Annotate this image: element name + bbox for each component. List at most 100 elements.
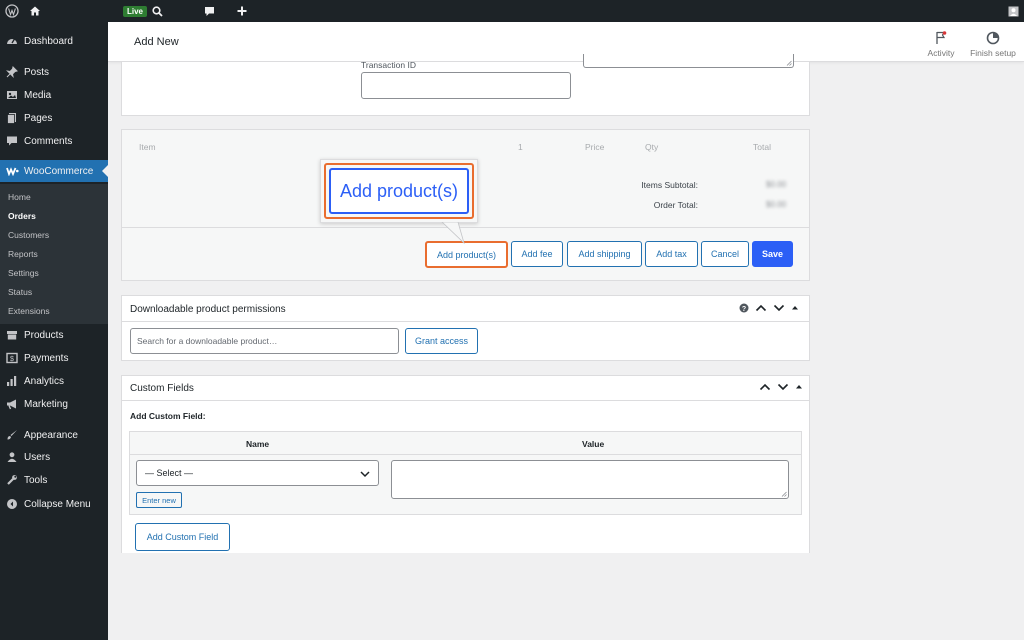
finish-setup-label: Finish setup [970,48,1016,58]
megaphone-icon [0,398,24,410]
sidebar-item-label: Users [24,451,51,463]
resize-handle-icon [786,60,792,66]
column-total: Total [753,142,771,152]
submenu-item-reports[interactable]: Reports [8,249,38,259]
user-avatar-icon[interactable] [1006,0,1020,22]
plus-icon[interactable] [235,0,249,22]
sidebar-item-marketing[interactable]: Marketing [0,393,108,415]
column-cost-index: 1 [518,142,523,152]
help-icon[interactable]: ? [739,303,749,313]
activity-button[interactable]: Activity [916,26,966,58]
media-icon [0,89,24,101]
add-tax-button[interactable]: Add tax [645,241,698,267]
search-icon[interactable] [150,0,164,22]
chevron-down-icon [360,471,370,478]
custom-field-value-textarea[interactable] [391,460,789,499]
sidebar-item-label: Posts [24,66,50,78]
chevron-down-icon[interactable] [777,382,789,392]
page-title: Add New [134,36,179,48]
sidebar-item-woocommerce[interactable]: WooCommerce [0,160,108,182]
grant-access-button[interactable]: Grant access [405,328,478,354]
submenu-item-orders[interactable]: Orders [8,211,36,221]
sidebar-item-appearance[interactable]: Appearance [0,424,108,446]
sidebar-item-label: WooCommerce [24,165,94,177]
sidebar-item-tools[interactable]: Tools [0,469,108,491]
custom-field-name-select[interactable]: — Select — [136,460,379,486]
sidebar-item-label: Tools [24,474,48,486]
order-details-panel: Transaction ID [121,54,810,116]
sidebar-item-label: Payments [24,352,69,364]
zoom-callout: Add product(s) [320,159,478,223]
sidebar-item-label: Comments [24,135,73,147]
sidebar-item-label: Dashboard [24,35,73,47]
analytics-icon [0,375,24,387]
sidebar-item-payments[interactable]: $ Payments [0,347,108,369]
callout-add-products-button: Add product(s) [329,168,469,214]
collapse-icon [0,498,24,510]
save-label: Save [761,249,784,259]
chevron-up-icon[interactable] [755,303,767,313]
pin-icon [0,66,24,78]
cancel-button[interactable]: Cancel [701,241,749,267]
callout-highlight-frame: Add product(s) [324,163,474,219]
chevron-up-icon[interactable] [759,382,771,392]
home-icon[interactable] [26,0,44,22]
submenu-item-settings[interactable]: Settings [8,268,39,278]
submenu-item-customers[interactable]: Customers [8,230,49,240]
submenu-item-status[interactable]: Status [8,287,32,297]
sidebar-item-users[interactable]: Users [0,446,108,468]
sidebar-item-products[interactable]: Products [0,324,108,346]
downloadable-permissions-title: Downloadable product permissions [130,304,286,315]
sidebar-item-posts[interactable]: Posts [0,61,108,83]
callout-pointer [441,222,465,244]
dashboard-icon [0,35,24,47]
chevron-down-icon[interactable] [773,303,785,313]
downloadable-search-input[interactable]: Search for a downloadable product… [130,328,399,354]
grant-access-label: Grant access [414,336,469,346]
sidebar-item-dashboard[interactable]: Dashboard [0,30,108,52]
sidebar-item-label: Analytics [24,375,65,387]
woo-icon [0,166,24,176]
add-products-button[interactable]: Add product(s) [425,241,508,268]
flag-icon [936,31,947,44]
live-label: Live [123,5,148,17]
items-subtotal-value: $0.00 [766,180,787,189]
wordpress-icon[interactable] [2,0,22,22]
add-shipping-label: Add shipping [578,249,631,259]
submenu-item-home[interactable]: Home [8,192,31,202]
live-badge: Live [123,0,148,22]
add-custom-field-button[interactable]: Add Custom Field [135,523,230,551]
add-tax-label: Add tax [656,249,687,259]
order-total-value: $0.00 [766,200,787,209]
comment-icon[interactable] [202,0,216,22]
progress-ring-icon [986,31,1000,45]
items-subtotal-label: Items Subtotal: [641,180,698,190]
sidebar-item-collapse[interactable]: Collapse Menu [0,493,108,515]
sidebar-item-pages[interactable]: Pages [0,107,108,129]
custom-fields-table: Name Value — Select — Enter new [129,431,802,515]
sidebar-item-analytics[interactable]: Analytics [0,370,108,392]
transaction-id-input[interactable] [361,72,571,99]
add-fee-label: Add fee [521,249,553,259]
sidebar-item-comments[interactable]: Comments [0,130,108,152]
downloadable-permissions-panel: Downloadable product permissions ? Searc… [121,295,810,361]
save-button[interactable]: Save [752,241,793,267]
add-shipping-button[interactable]: Add shipping [567,241,642,267]
users-icon [0,451,24,463]
archive-icon [0,329,24,341]
sidebar-item-media[interactable]: Media [0,84,108,106]
transaction-id-label: Transaction ID [361,60,416,70]
add-fee-button[interactable]: Add fee [511,241,563,267]
enter-new-button[interactable]: Enter new [136,492,182,508]
submenu-item-extensions[interactable]: Extensions [8,306,50,316]
finish-setup-button[interactable]: Finish setup [968,26,1018,58]
sidebar-item-label: Collapse Menu [24,498,91,510]
select-value: — Select — [145,468,194,478]
caret-up-icon[interactable] [791,303,799,313]
caret-up-icon[interactable] [795,382,803,392]
svg-text:$: $ [10,356,14,363]
admin-bar: Live [0,0,1024,22]
customer-note-textarea[interactable] [583,54,794,68]
sidebar-item-label: Appearance [24,429,78,441]
page-header: Add New Activity Finish setup [108,22,1024,62]
